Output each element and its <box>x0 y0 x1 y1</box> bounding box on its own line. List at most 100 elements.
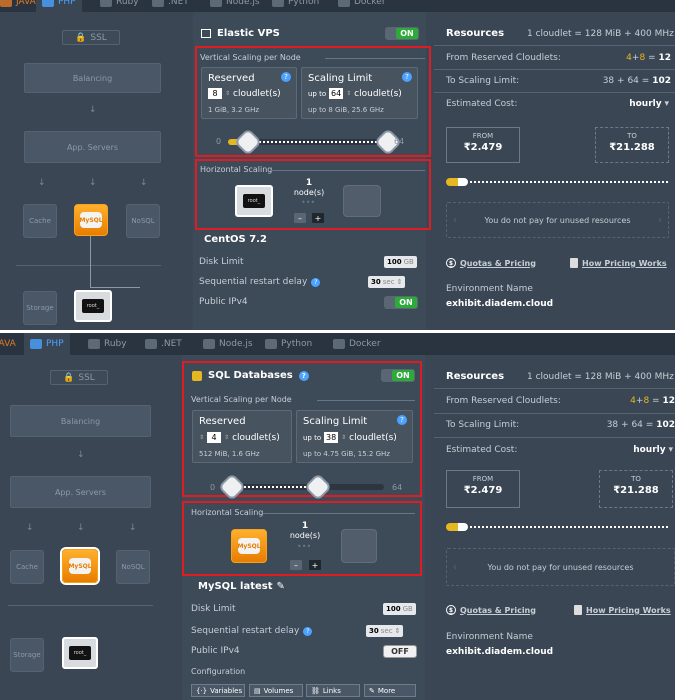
estimated-cost-label: Estimated Cost: <box>446 99 518 109</box>
vps-node[interactable]: root_ <box>62 637 98 669</box>
help-icon[interactable]: ? <box>311 277 321 287</box>
divider <box>263 513 415 514</box>
wrench-icon: ✎ <box>369 686 375 695</box>
cache-node[interactable]: Cache <box>23 204 57 238</box>
resources-title: Resources <box>446 28 505 39</box>
mysql-logo-icon: MySQL <box>68 558 92 574</box>
balancing-node[interactable]: Balancing <box>24 63 161 93</box>
vps-node[interactable]: root_ <box>74 290 112 322</box>
add-node-button[interactable]: + <box>312 213 324 223</box>
add-node-button[interactable]: + <box>309 560 321 570</box>
stepper-icon[interactable]: ⇕ <box>346 90 351 97</box>
variables-button[interactable]: {·} Variables <box>191 684 245 697</box>
nosql-node[interactable]: NoSQL <box>126 204 160 238</box>
help-icon[interactable]: ? <box>298 370 309 381</box>
tab-docker[interactable]: Docker <box>333 333 381 355</box>
help-icon[interactable]: ? <box>397 415 407 425</box>
slider-min-label: 0 <box>210 483 216 492</box>
stepper-icon[interactable]: ⇕ <box>341 434 346 441</box>
quotas-pricing-link[interactable]: $ Quotas & Pricing <box>446 605 536 615</box>
reserved-input[interactable]: 4 <box>207 432 222 443</box>
node-instance[interactable]: MySQL <box>231 529 267 563</box>
arrow-down-icon: ↓ <box>140 178 148 188</box>
link-icon: ⛓ <box>311 686 320 695</box>
os-version[interactable]: CentOS 7.2 <box>204 234 267 245</box>
arrow-down-icon: ↓ <box>89 178 97 188</box>
balancing-node[interactable]: Balancing <box>10 405 151 437</box>
tab-ruby[interactable]: Ruby <box>88 333 127 355</box>
stepper-icon[interactable]: ⇕ <box>225 90 230 97</box>
tab-php[interactable]: PHP <box>24 333 70 355</box>
app-servers-node[interactable]: App. Servers <box>24 131 161 163</box>
app-servers-node[interactable]: App. Servers <box>10 476 151 508</box>
php-icon <box>30 339 42 349</box>
more-button[interactable]: ✎ More <box>364 684 416 697</box>
stepper-icon[interactable]: ⇕ <box>395 627 401 635</box>
ssl-toggle[interactable]: 🔒 SSL <box>62 30 120 45</box>
storage-node[interactable]: Storage <box>23 291 57 325</box>
stepper-icon[interactable]: ⇕ <box>224 434 229 441</box>
from-reserved-value: 4+8 = 12 <box>630 396 675 406</box>
divider <box>434 388 675 389</box>
links-button[interactable]: ⛓ Links <box>306 684 360 697</box>
node-toggle[interactable]: ON <box>381 369 415 382</box>
volumes-button[interactable]: ▤ Volumes <box>249 684 303 697</box>
cost-period-select[interactable]: hourly ▾ <box>633 445 673 455</box>
tab-dotnet[interactable]: .NET <box>152 0 189 12</box>
top-screenshot: JAVA PHP Ruby .NET Node.js Python Docker… <box>0 0 675 330</box>
price-from-box: FROM ₹2.479 <box>446 127 520 163</box>
nodejs-icon <box>210 0 222 7</box>
node-instance[interactable]: root_ <box>235 185 273 217</box>
sql-database-node[interactable]: MySQL <box>62 549 98 583</box>
reserved-input[interactable]: 8 <box>208 88 222 99</box>
environment-name-value[interactable]: exhibit.diadem.cloud <box>446 299 553 309</box>
public-ipv4-toggle[interactable]: ON <box>384 296 418 309</box>
help-icon[interactable]: ? <box>402 72 412 82</box>
tab-java[interactable]: JAVA <box>0 333 16 355</box>
how-pricing-works-link[interactable]: How Pricing Works <box>574 605 671 615</box>
help-icon[interactable]: ? <box>303 626 313 636</box>
node-count: 1 node(s) <box>293 178 325 197</box>
tab-java[interactable]: JAVA <box>0 0 36 12</box>
restart-delay-input[interactable]: 30 sec ⇕ <box>366 625 404 637</box>
quotas-pricing-link[interactable]: $ Quotas & Pricing <box>446 258 536 268</box>
tab-ruby[interactable]: Ruby <box>100 0 139 12</box>
environment-name-value[interactable]: exhibit.diadem.cloud <box>446 647 553 657</box>
resources-title: Resources <box>446 371 505 382</box>
docker-icon <box>338 0 350 7</box>
tab-nodejs[interactable]: Node.js <box>210 0 260 12</box>
horizontal-scaling-label: Horizontal Scaling <box>191 508 264 517</box>
tab-python[interactable]: Python <box>265 333 312 355</box>
tab-nodejs[interactable]: Node.js <box>203 333 253 355</box>
how-pricing-works-link[interactable]: How Pricing Works <box>570 258 667 268</box>
remove-node-button[interactable]: – <box>294 213 306 223</box>
tab-php[interactable]: PHP <box>36 0 82 12</box>
edit-pencil-icon[interactable]: ✎ <box>277 581 285 592</box>
public-ipv4-toggle[interactable]: OFF <box>383 645 417 658</box>
nosql-node[interactable]: NoSQL <box>116 550 150 584</box>
scaling-limit-input[interactable]: 64 <box>329 88 344 99</box>
db-version[interactable]: MySQL latest ✎ <box>198 581 285 592</box>
disk-limit-input[interactable]: 100 GB <box>384 256 417 268</box>
node-toggle[interactable]: ON <box>385 27 419 40</box>
divider <box>317 400 415 401</box>
storage-node[interactable]: Storage <box>10 638 44 672</box>
tab-dotnet[interactable]: .NET <box>145 333 182 355</box>
sql-database-node[interactable]: MySQL <box>74 204 108 236</box>
remove-node-button[interactable]: – <box>290 560 302 570</box>
cost-period-select[interactable]: hourly ▾ <box>629 99 669 109</box>
stepper-icon[interactable]: ⇕ <box>199 434 204 441</box>
tab-docker[interactable]: Docker <box>338 0 386 12</box>
disk-limit-input[interactable]: 100 GB <box>383 603 416 615</box>
python-icon <box>272 0 284 7</box>
help-icon[interactable]: ? <box>281 72 291 82</box>
restart-delay-input[interactable]: 30 sec ⇕ <box>368 276 406 288</box>
unused-resources-note: ‹ You do not pay for unused resources › <box>446 202 669 238</box>
tab-python[interactable]: Python <box>272 0 319 12</box>
cache-node[interactable]: Cache <box>10 550 44 584</box>
scaling-limit-input[interactable]: 38 <box>324 432 339 443</box>
ssl-toggle[interactable]: 🔒 SSL <box>50 370 108 385</box>
slider-max-label: 64 <box>394 137 405 146</box>
cloudlet-slider[interactable] <box>222 484 384 490</box>
stepper-icon[interactable]: ⇕ <box>397 278 403 286</box>
